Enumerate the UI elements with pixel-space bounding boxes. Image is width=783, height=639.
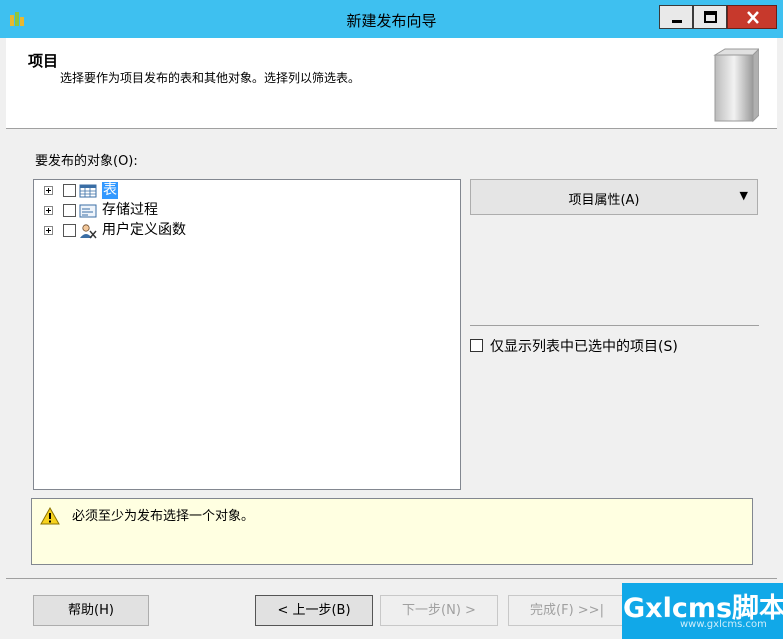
maximize-icon	[704, 11, 717, 23]
next-button[interactable]: 下一步(N) >	[380, 595, 498, 626]
expand-icon[interactable]	[44, 206, 53, 215]
user-defined-function-icon	[80, 224, 97, 239]
article-properties-label: 项目属性(A)	[568, 193, 640, 208]
minimize-button[interactable]	[659, 5, 693, 29]
dropdown-arrow-icon: ▼	[739, 189, 748, 202]
warning-text: 必须至少为发布选择一个对象。	[72, 509, 255, 524]
article-properties-button[interactable]: 项目属性(A) ▼	[470, 179, 758, 215]
tree-item-checkbox[interactable]	[63, 204, 76, 217]
tree-item-checkbox[interactable]	[63, 224, 76, 237]
expand-icon[interactable]	[44, 186, 53, 195]
tree-item-label: 表	[102, 182, 118, 199]
minimize-icon	[672, 20, 682, 23]
watermark: Gxlcms脚本 www.gxlcms.com	[622, 583, 783, 639]
back-button[interactable]: < 上一步(B)	[255, 595, 373, 626]
show-only-selected-checkbox[interactable]	[470, 339, 483, 352]
page-subtitle: 选择要作为项目发布的表和其他对象。选择列以筛选表。	[60, 71, 361, 85]
objects-tree[interactable]: 表 存储过程 用户定义函数	[33, 179, 461, 490]
warning-icon	[40, 507, 60, 525]
tree-item-label: 用户定义函数	[102, 222, 186, 238]
objects-label: 要发布的对象(O):	[35, 154, 138, 169]
title-bar: 新建发布向导	[0, 0, 783, 38]
page-title: 项目	[28, 52, 59, 70]
wizard-page-icon	[713, 48, 759, 123]
table-icon	[79, 184, 97, 198]
watermark-subtext: www.gxlcms.com	[680, 619, 767, 630]
warning-panel: 必须至少为发布选择一个对象。	[31, 498, 753, 565]
tree-item-checkbox[interactable]	[63, 184, 76, 197]
help-button[interactable]: 帮助(H)	[33, 595, 149, 626]
wizard-header: 项目 选择要作为项目发布的表和其他对象。选择列以筛选表。	[6, 38, 777, 129]
close-icon	[747, 11, 759, 24]
expand-icon[interactable]	[44, 226, 53, 235]
show-only-selected-label: 仅显示列表中已选中的项目(S)	[490, 339, 678, 355]
divider	[470, 325, 759, 326]
divider	[6, 578, 777, 579]
tree-item-label: 存储过程	[102, 202, 158, 218]
close-button[interactable]	[727, 5, 777, 29]
maximize-button[interactable]	[693, 5, 727, 29]
stored-procedure-icon	[79, 204, 97, 218]
finish-button[interactable]: 完成(F) >>|	[508, 595, 626, 626]
